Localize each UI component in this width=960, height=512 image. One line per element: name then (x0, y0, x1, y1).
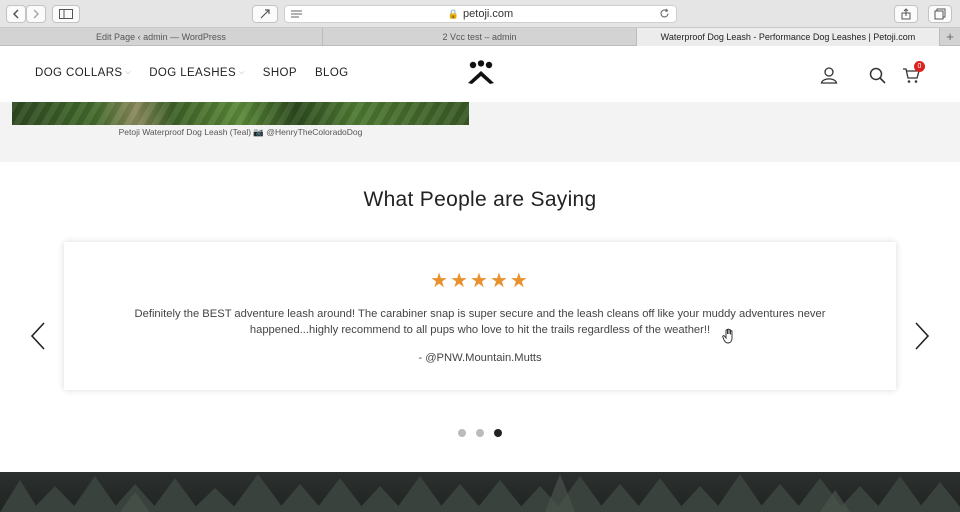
main-nav: DOG COLLARS ⌵ DOG LEASHES ⌵ SHOP BLOG (35, 67, 367, 79)
nav-dog-collars[interactable]: DOG COLLARS ⌵ (35, 67, 131, 79)
search-icon (869, 67, 886, 84)
share-icon (901, 8, 911, 20)
carousel-dots (458, 429, 502, 437)
chevron-down-icon: ⌵ (125, 69, 132, 76)
carousel-dot-2[interactable] (476, 429, 484, 437)
section-title: What People are Saying (363, 188, 597, 211)
nav-blog[interactable]: BLOG (315, 67, 349, 79)
sidebar-icon (59, 9, 73, 19)
petoji-paw-logo[interactable] (465, 60, 497, 86)
tab-label: Edit Page ‹ admin — WordPress (96, 32, 226, 42)
testimonial-author: - @PNW.Mountain.Mutts (418, 352, 542, 364)
tab-petoji[interactable]: Waterproof Dog Leash - Performance Dog L… (637, 28, 940, 46)
product-image-section: Petoji Waterproof Dog Leash (Teal) 📷 @He… (0, 102, 960, 162)
tab-label: Waterproof Dog Leash - Performance Dog L… (660, 32, 916, 42)
address-bar[interactable]: 🔒 petoji.com (284, 5, 677, 23)
forest-banner-image (0, 472, 960, 512)
sidebar-toggle-button[interactable] (52, 5, 80, 23)
account-button[interactable] (819, 65, 839, 85)
chevron-left-icon (12, 9, 19, 19)
hand-cursor-icon (722, 328, 733, 344)
tab-label: 2 Vcc test – admin (442, 32, 517, 42)
tabs-icon (934, 8, 946, 20)
tab-strip: Edit Page ‹ admin — WordPress 2 Vcc test… (0, 28, 960, 46)
forward-button[interactable] (26, 5, 46, 23)
lock-icon: 🔒 (447, 8, 460, 19)
site-header: DOG COLLARS ⌵ DOG LEASHES ⌵ SHOP BLOG (0, 46, 960, 102)
tab-wordpress[interactable]: Edit Page ‹ admin — WordPress (0, 28, 323, 46)
photo-caption: Petoji Waterproof Dog Leash (Teal) 📷 @He… (118, 127, 363, 137)
back-button[interactable] (6, 5, 26, 23)
browser-toolbar: 🔒 petoji.com (0, 0, 960, 28)
forest-trees (0, 474, 960, 512)
testimonial-card: ★★★★★ Definitely the BEST adventure leas… (64, 242, 896, 390)
chevron-down-icon: ⌵ (239, 69, 245, 76)
nav-shop[interactable]: SHOP (263, 67, 297, 79)
carousel-prev-button[interactable] (29, 321, 47, 351)
product-photo (12, 102, 469, 125)
testimonial-quote: Definitely the BEST adventure leash arou… (134, 308, 826, 336)
new-tab-button[interactable]: + (940, 28, 960, 45)
user-icon (820, 67, 838, 84)
nav-label: DOG COLLARS (35, 67, 123, 79)
share-button[interactable] (894, 5, 918, 23)
star-rating: ★★★★★ (430, 270, 530, 292)
reload-icon[interactable] (659, 8, 670, 22)
cart-count-badge: 0 (914, 61, 925, 72)
extension-icon (260, 9, 270, 19)
carousel-next-button[interactable] (913, 321, 931, 351)
tabs-overview-button[interactable] (928, 5, 952, 23)
tab-vcc-test[interactable]: 2 Vcc test – admin (323, 28, 637, 46)
address-url: petoji.com (463, 8, 514, 20)
nav-dog-leashes[interactable]: DOG LEASHES ⌵ (149, 67, 245, 79)
carousel-dot-3[interactable] (494, 429, 502, 437)
nav-label: BLOG (314, 67, 349, 79)
chevron-right-icon (33, 9, 40, 19)
carousel-dot-1[interactable] (458, 429, 466, 437)
nav-label: SHOP (262, 67, 297, 79)
search-button[interactable] (867, 65, 887, 85)
reader-icon[interactable] (291, 9, 302, 22)
extension-button[interactable] (252, 5, 278, 23)
nav-label: DOG LEASHES (149, 67, 237, 79)
